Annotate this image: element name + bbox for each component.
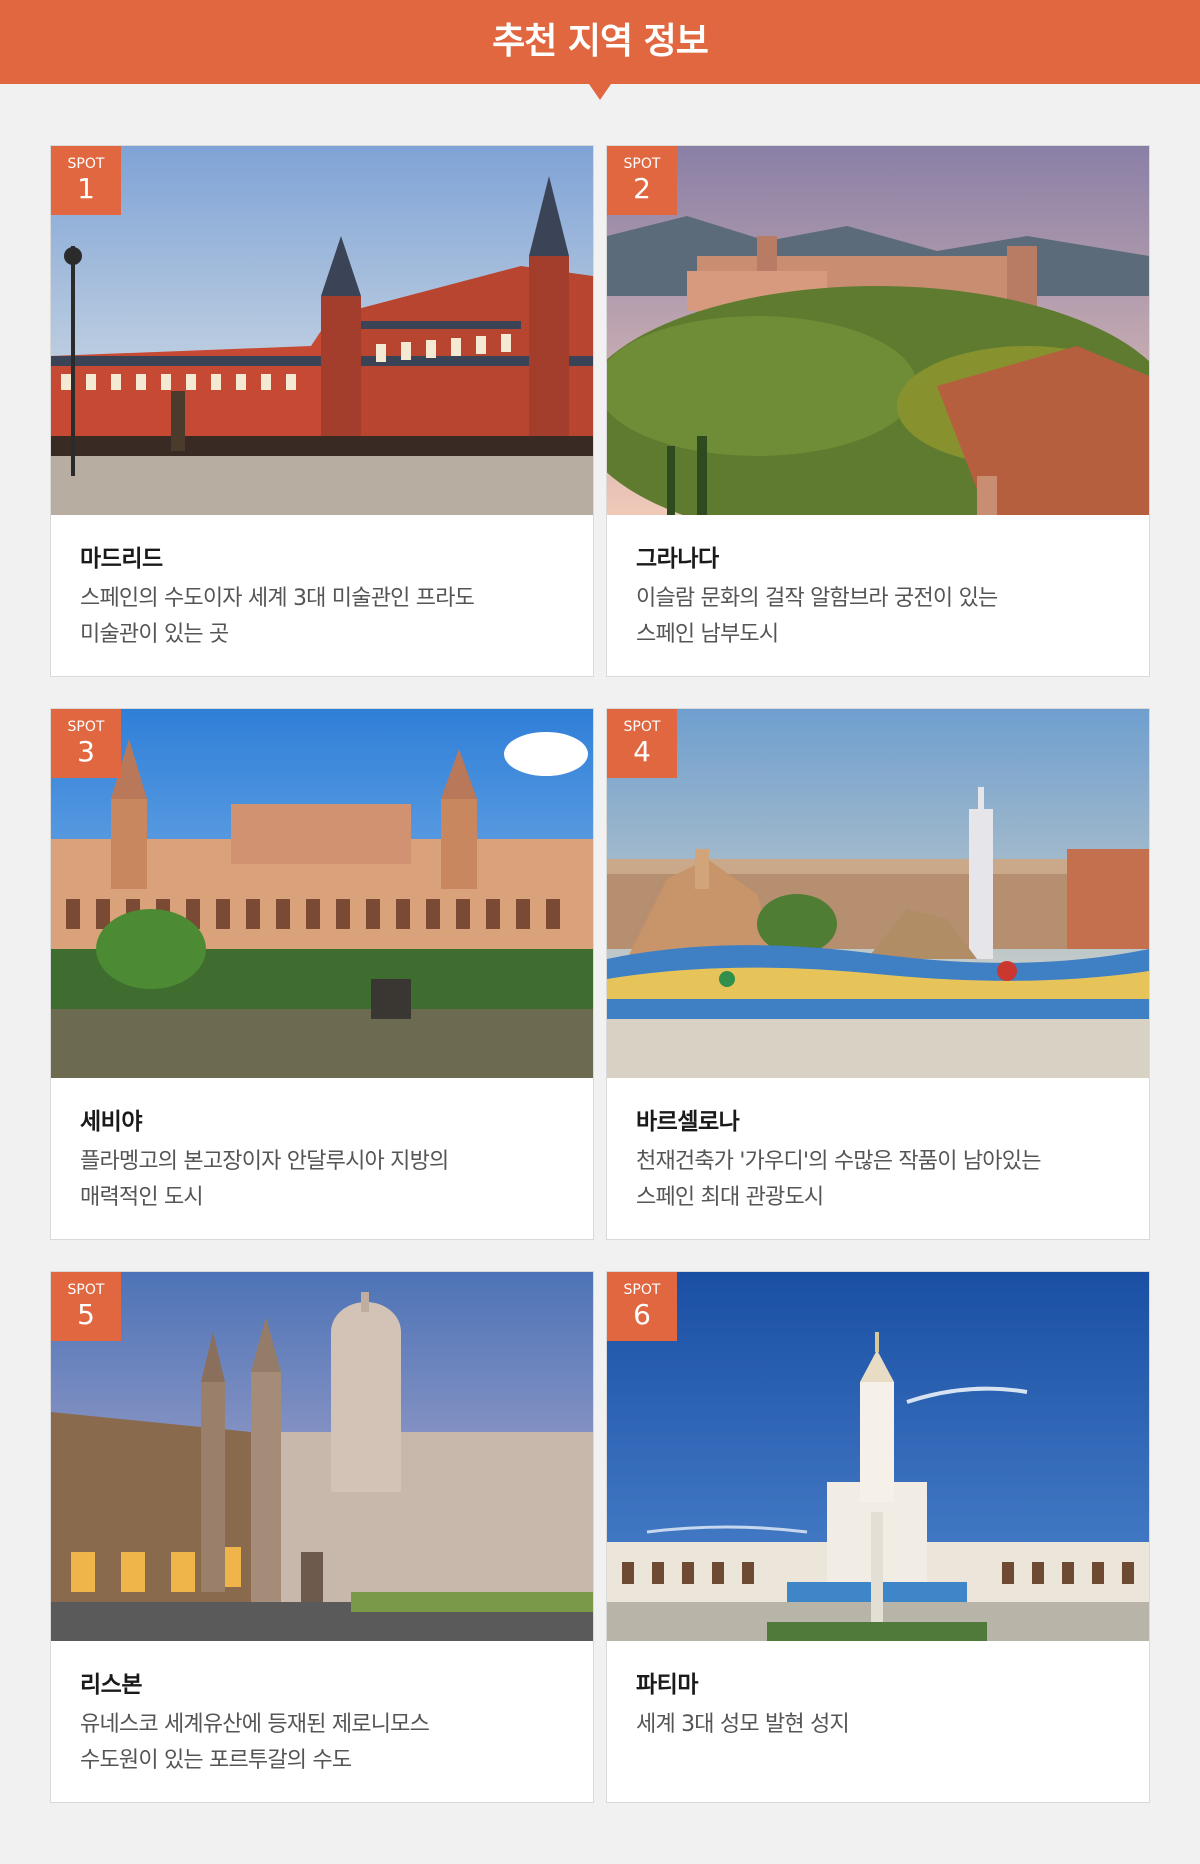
granada-photo	[607, 146, 1149, 515]
spot-number: 5	[77, 1298, 95, 1331]
lisbon-photo	[51, 1272, 593, 1641]
sevilla-photo	[51, 709, 593, 1078]
spot-badge: SPOT 5	[51, 1272, 121, 1341]
spot-badge: SPOT 3	[51, 709, 121, 778]
fatima-photo	[607, 1272, 1149, 1641]
spot-description: 이슬람 문화의 걸작 알함브라 궁전이 있는 스페인 남부도시	[636, 586, 998, 647]
spot-number: 3	[77, 735, 95, 768]
madrid-photo	[51, 146, 593, 515]
spot-card-sevilla[interactable]: SPOT 3 세비야 플라멩고의 본고장이자 안달루시아 지방의 매력적인 도시	[50, 708, 594, 1240]
spot-title: 바르셀로나	[636, 1109, 740, 1135]
barcelona-photo	[607, 709, 1149, 1078]
spot-title: 파티마	[636, 1672, 698, 1698]
spot-badge: SPOT 6	[607, 1272, 677, 1341]
spot-card-lisbon[interactable]: SPOT 5 리스본 유네스코 세계유산에 등재된 제로니모스 수도원이 있는 …	[50, 1271, 594, 1803]
spot-title: 리스본	[80, 1672, 142, 1698]
spot-description: 스페인의 수도이자 세계 3대 미술관인 프라도 미술관이 있는 곳	[80, 586, 475, 647]
spot-title: 그라나다	[636, 546, 719, 572]
spot-description: 유네스코 세계유산에 등재된 제로니모스 수도원이 있는 포르투갈의 수도	[80, 1712, 430, 1773]
page-title: 추천 지역 정보	[492, 21, 709, 62]
spot-number: 2	[633, 172, 651, 205]
spot-description: 천재건축가 '가우디'의 수많은 작품이 남아있는 스페인 최대 관광도시	[636, 1149, 1041, 1210]
header-bar: 추천 지역 정보	[0, 0, 1200, 84]
spot-title: 마드리드	[80, 546, 163, 572]
spot-card-granada[interactable]: SPOT 2 그라나다 이슬람 문화의 걸작 알함브라 궁전이 있는 스페인 남…	[606, 145, 1150, 677]
spot-description: 세계 3대 성모 발현 성지	[636, 1712, 850, 1737]
spot-title: 세비야	[80, 1109, 142, 1135]
spot-card-barcelona[interactable]: SPOT 4 바르셀로나 천재건축가 '가우디'의 수많은 작품이 남아있는 스…	[606, 708, 1150, 1240]
spot-badge: SPOT 2	[607, 146, 677, 215]
spot-number: 4	[633, 735, 651, 768]
spot-description: 플라멩고의 본고장이자 안달루시아 지방의 매력적인 도시	[80, 1149, 449, 1210]
spot-number: 6	[633, 1298, 651, 1331]
spot-number: 1	[77, 172, 95, 205]
spot-card-madrid[interactable]: SPOT 1 마드리드 스페인의 수도이자 세계 3대 미술관인 프라도 미술관…	[50, 145, 594, 677]
spot-badge: SPOT 1	[51, 146, 121, 215]
spot-card-fatima[interactable]: SPOT 6 파티마 세계 3대 성모 발현 성지	[606, 1271, 1150, 1803]
spot-badge: SPOT 4	[607, 709, 677, 778]
header-pointer	[589, 84, 611, 100]
